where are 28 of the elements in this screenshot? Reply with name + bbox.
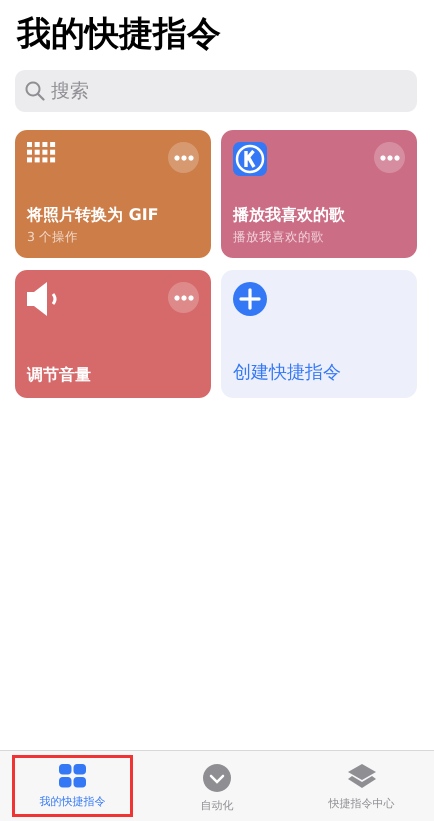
- ellipsis-icon: [380, 154, 400, 160]
- shortcut-card[interactable]: 调节音量: [15, 270, 211, 398]
- shortcut-title: 播放我喜欢的歌: [233, 205, 346, 226]
- create-card[interactable]: 创建快捷指令: [221, 270, 417, 398]
- grid-icon: [58, 764, 86, 788]
- more-button[interactable]: [168, 282, 199, 313]
- layers-icon: [348, 764, 376, 790]
- shortcut-title: 调节音量: [27, 365, 92, 386]
- checkmark-icon: [203, 764, 231, 792]
- tab[interactable]: 我的快捷指令: [12, 755, 133, 817]
- shortcut-card[interactable]: 将照片转换为 GIF 3 个操作: [15, 130, 211, 258]
- shortcut-subtitle: 3 个操作: [27, 229, 79, 246]
- ellipsis-icon: [174, 154, 194, 160]
- tab[interactable]: 自动化: [156, 755, 278, 817]
- speaker-icon: [27, 282, 59, 316]
- more-button[interactable]: [168, 142, 199, 173]
- plus-icon: [233, 282, 267, 316]
- more-button[interactable]: [374, 142, 405, 173]
- shortcut-subtitle: 播放我喜欢的歌: [233, 229, 325, 246]
- page-title: 我的快捷指令: [17, 13, 222, 56]
- app-icon: [233, 142, 267, 176]
- create-label: 创建快捷指令: [233, 361, 342, 384]
- search-field[interactable]: 搜索: [15, 70, 417, 112]
- grid-icon: [27, 142, 56, 164]
- shortcut-title: 将照片转换为 GIF: [27, 205, 160, 226]
- tab[interactable]: 快捷指令中心: [301, 755, 422, 817]
- ellipsis-icon: [174, 294, 194, 300]
- shortcut-card[interactable]: 播放我喜欢的歌 播放我喜欢的歌: [221, 130, 417, 258]
